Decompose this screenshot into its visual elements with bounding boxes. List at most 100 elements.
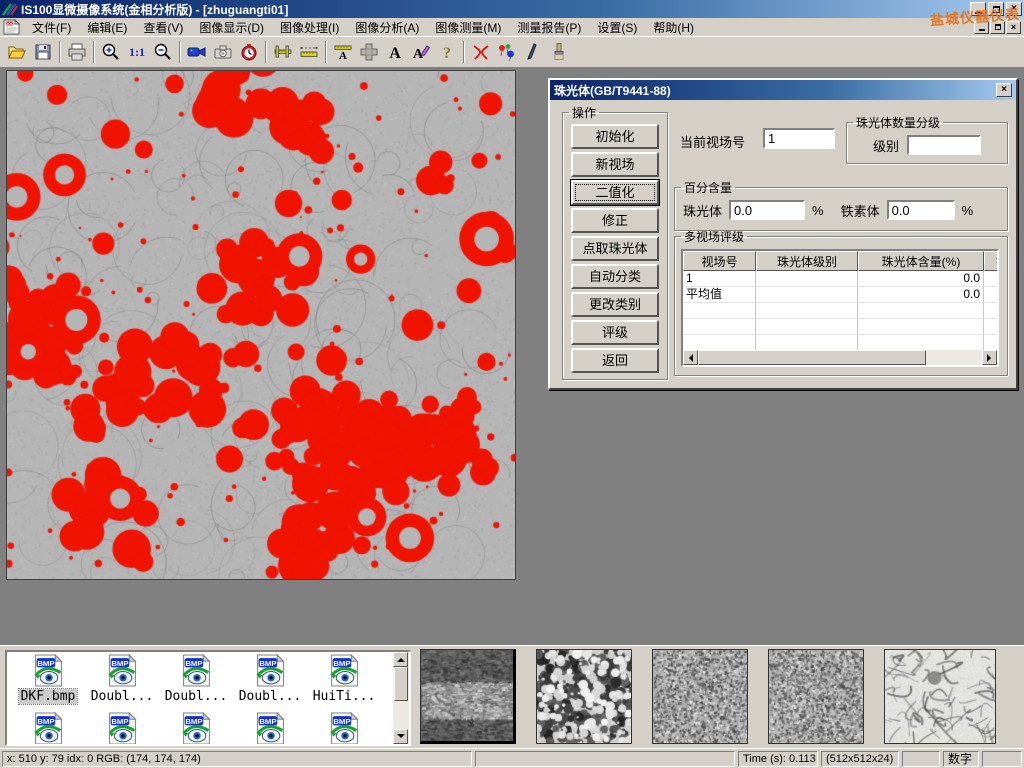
timer-button[interactable] <box>236 40 262 65</box>
save-button[interactable] <box>30 40 56 65</box>
col-pearlite-content: 珠光体含量(%) <box>858 251 984 271</box>
auto-classify-button[interactable]: 自动分类 <box>571 264 659 289</box>
menu-item-view[interactable]: 查看(V) <box>135 18 191 37</box>
file-item[interactable]: Doubl... <box>233 654 307 704</box>
file-name[interactable]: Doubl... <box>237 689 304 704</box>
menu-item-help[interactable]: 帮助(H) <box>645 18 702 37</box>
bmp-file-icon <box>31 712 65 745</box>
child-minimize-button[interactable] <box>974 21 989 34</box>
dialog-title-bar[interactable]: 珠光体(GB/T9441-88) × <box>550 80 1016 100</box>
ferrite-percent-input[interactable]: 0.0 <box>887 200 955 220</box>
file-name[interactable]: Doubl... <box>89 689 156 704</box>
scroll-track[interactable] <box>393 701 409 729</box>
zoom-in-button[interactable] <box>98 40 124 65</box>
file-item[interactable] <box>159 712 233 745</box>
text-edit-icon: A <box>411 42 431 62</box>
table-row[interactable]: 平均值 0.0 <box>683 287 997 303</box>
help-button[interactable]: ? <box>434 40 460 65</box>
cell-grade <box>756 271 858 287</box>
thumbnail-5[interactable] <box>884 649 996 744</box>
thumbnail-2[interactable] <box>536 649 632 744</box>
caliper-measure-button[interactable] <box>270 40 296 65</box>
ferrite-label: 铁素体 <box>841 201 880 220</box>
menu-item-image-display[interactable]: 图像显示(D) <box>191 18 272 37</box>
thumbnail-1[interactable] <box>420 649 516 744</box>
toolbar-separator <box>59 41 61 63</box>
file-item[interactable] <box>307 712 381 745</box>
minimize-button[interactable] <box>970 2 986 16</box>
scroll-thumb[interactable] <box>394 667 408 701</box>
thumbnail-3[interactable] <box>652 649 748 744</box>
multi-field-group-label: 多视场评级 <box>681 228 747 245</box>
menu-item-image-process[interactable]: 图像处理(I) <box>272 18 347 37</box>
actual-size-button[interactable]: 1:1 <box>124 40 150 65</box>
brush-tool-button[interactable] <box>546 40 572 65</box>
binarize-button[interactable]: 二值化 <box>571 180 659 205</box>
print-button[interactable] <box>64 40 90 65</box>
child-close-button[interactable]: × <box>1006 21 1021 34</box>
scroll-track[interactable] <box>926 350 982 365</box>
file-item[interactable] <box>85 712 159 745</box>
file-item[interactable]: Doubl... <box>85 654 159 704</box>
file-item[interactable]: Doubl... <box>159 654 233 704</box>
menu-item-image-measure[interactable]: 图像测量(M) <box>427 18 509 37</box>
merge-tool-button[interactable] <box>356 40 382 65</box>
file-name[interactable]: HuiTi... <box>311 689 378 704</box>
grade-input[interactable] <box>907 135 981 155</box>
scroll-thumb[interactable] <box>698 350 926 365</box>
dialog-body: 操作 初始化 新视场 二值化 修正 点取珠光体 自动分类 更改类别 评级 返回 … <box>550 100 1016 388</box>
new-field-button[interactable]: 新视场 <box>571 152 659 177</box>
save-floppy-icon <box>33 42 53 62</box>
scroll-right-button[interactable] <box>982 350 997 365</box>
annotate-tool-button[interactable]: A <box>408 40 434 65</box>
printer-icon <box>67 42 87 62</box>
change-class-button[interactable]: 更改类别 <box>571 292 659 317</box>
brush-icon <box>549 42 569 62</box>
file-item[interactable]: DKF.bmp <box>11 654 85 704</box>
scroll-left-button[interactable] <box>683 350 698 365</box>
file-item[interactable] <box>233 712 307 745</box>
file-name[interactable]: DKF.bmp <box>19 689 78 704</box>
file-item[interactable]: HuiTi... <box>307 654 381 704</box>
menu-item-edit[interactable]: 编辑(E) <box>79 18 135 37</box>
restore-button[interactable] <box>988 2 1004 16</box>
scroll-down-button[interactable] <box>393 729 408 744</box>
table-row[interactable]: 1 0.0 <box>683 271 997 287</box>
menu-item-measure-report[interactable]: 测量报告(P) <box>509 18 589 37</box>
camera-capture-button[interactable] <box>210 40 236 65</box>
curve-tool-button[interactable] <box>468 40 494 65</box>
ruler-measure-button[interactable] <box>296 40 322 65</box>
toolbar-separator <box>463 41 465 63</box>
menu-item-settings[interactable]: 设置(S) <box>589 18 645 37</box>
file-browser-bar: DKF.bmp Doubl... Doubl... Doubl... HuiTi… <box>0 645 1024 748</box>
text-tool-button[interactable]: A <box>382 40 408 65</box>
file-list-scrollbar <box>393 652 409 744</box>
init-button[interactable]: 初始化 <box>571 124 659 149</box>
zoom-out-button[interactable] <box>150 40 176 65</box>
file-name[interactable]: Doubl... <box>163 689 230 704</box>
pick-pearlite-button[interactable]: 点取珠光体 <box>571 236 659 261</box>
correct-button[interactable]: 修正 <box>571 208 659 233</box>
close-button[interactable]: × <box>1006 2 1022 16</box>
metallograph-canvas[interactable] <box>6 70 516 580</box>
auto-measure-button[interactable]: A <box>330 40 356 65</box>
percent-group-label: 百分含量 <box>681 179 735 196</box>
pearlite-percent-input[interactable]: 0.0 <box>729 200 805 220</box>
current-field-input[interactable]: 1 <box>763 128 835 149</box>
scroll-up-button[interactable] <box>393 652 408 667</box>
file-item[interactable] <box>11 712 85 745</box>
thumbnail-4[interactable] <box>768 649 864 744</box>
marker-tool-button[interactable] <box>494 40 520 65</box>
pen-tool-button[interactable] <box>520 40 546 65</box>
return-button[interactable]: 返回 <box>571 348 659 373</box>
document-icon[interactable]: DOC <box>3 19 20 35</box>
dialog-close-button[interactable]: × <box>996 83 1012 97</box>
child-restore-button[interactable] <box>990 21 1005 34</box>
video-capture-button[interactable] <box>184 40 210 65</box>
open-button[interactable] <box>4 40 30 65</box>
caliper-text-icon: A <box>333 42 353 62</box>
rate-button[interactable]: 评级 <box>571 320 659 345</box>
menu-item-file[interactable]: 文件(F) <box>24 18 79 37</box>
window-title: IS100显微摄像系统(金相分析版) - [zhuguangti01] <box>21 1 288 18</box>
menu-item-image-analysis[interactable]: 图像分析(A) <box>347 18 427 37</box>
